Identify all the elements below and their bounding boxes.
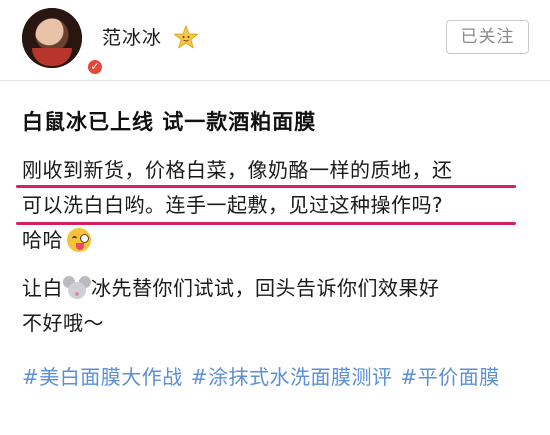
post-paragraph-2: 让白 冰先替你们试试，回头告诉你们效果好 不好哦～: [22, 271, 440, 341]
username[interactable]: 范冰冰: [102, 23, 162, 50]
hashtag-link[interactable]: #美白面膜大作战: [22, 365, 183, 389]
tongue-wink-emoji-icon: [67, 228, 91, 252]
hashtag-link[interactable]: #平价面膜: [401, 365, 500, 389]
avatar[interactable]: ✓: [22, 8, 104, 76]
verified-badge-icon: ✓: [86, 58, 104, 76]
paragraph-1-line-3: 哈哈: [22, 223, 453, 258]
post-paragraph-1: 刚收到新货，价格白菜，像奶酪一样的质地，还 可以洗白白哟。连手一起敷，见过这种操…: [22, 153, 453, 258]
post-header: ✓ 范冰冰 已关注: [0, 0, 550, 80]
highlight-underline-2: [16, 222, 516, 225]
hashtag-list: #美白面膜大作战 #涂抹式水洗面膜测评 #平价面膜: [22, 361, 532, 394]
mouse-face-icon: [63, 275, 91, 301]
paragraph-2-line-1: 让白 冰先替你们试试，回头告诉你们效果好: [22, 271, 440, 306]
header-divider: [0, 80, 550, 81]
post-title: 白鼠冰已上线 试一款酒粕面膜: [22, 110, 317, 134]
paragraph-2-part-1: 让白: [22, 276, 63, 300]
paragraph-2-part-2: 冰先替你们试试，回头告诉你们效果好: [91, 276, 440, 300]
paragraph-1-line-1: 刚收到新货，价格白菜，像奶酪一样的质地，还: [22, 158, 453, 182]
follow-button[interactable]: 已关注: [446, 20, 529, 54]
star-icon: [174, 25, 198, 49]
hashtag-link[interactable]: #涂抹式水洗面膜测评: [191, 365, 393, 389]
paragraph-2-line-2: 不好哦～: [22, 311, 104, 335]
highlight-underline-1: [16, 185, 516, 188]
paragraph-1-line-2: 可以洗白白哟。连手一起敷，见过这种操作吗?: [22, 193, 444, 217]
paragraph-1-line-3-text: 哈哈: [22, 228, 63, 252]
